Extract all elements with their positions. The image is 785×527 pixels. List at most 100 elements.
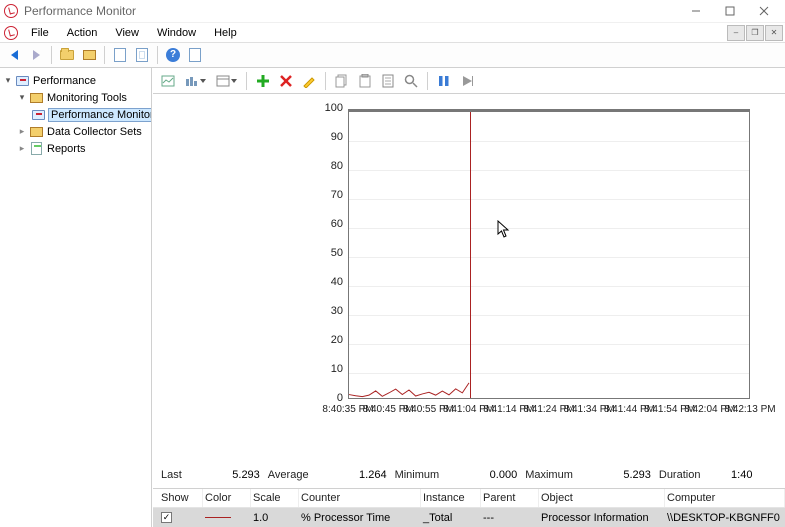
- col-instance[interactable]: Instance: [421, 489, 481, 507]
- stat-average-value: 1.264: [315, 468, 389, 482]
- col-object[interactable]: Object: [539, 489, 665, 507]
- y-tick-label: 50: [319, 247, 343, 259]
- chart-stats: Last 5.293 Average 1.264 Minimum 0.000 M…: [153, 464, 785, 488]
- new-window-button[interactable]: [79, 45, 99, 65]
- export-button[interactable]: [110, 45, 130, 65]
- col-counter[interactable]: Counter: [299, 489, 421, 507]
- help-icon: ?: [166, 48, 180, 62]
- stat-maximum-label: Maximum: [525, 469, 573, 481]
- mdi-restore-button[interactable]: ❐: [746, 25, 764, 41]
- col-show[interactable]: Show: [159, 489, 203, 507]
- view-select-button[interactable]: [211, 70, 241, 92]
- y-tick-label: 0: [319, 392, 343, 404]
- help-button[interactable]: ?: [163, 45, 183, 65]
- performance-icon: [16, 76, 29, 86]
- cell-instance: _Total: [421, 512, 481, 524]
- col-scale[interactable]: Scale: [251, 489, 299, 507]
- folder-icon: [30, 93, 43, 103]
- menu-window[interactable]: Window: [148, 25, 205, 41]
- arrow-right-icon: [33, 50, 40, 60]
- stat-duration-label: Duration: [659, 469, 701, 481]
- tree-node-reports[interactable]: ▸ Reports: [2, 140, 149, 157]
- menu-file[interactable]: File: [22, 25, 58, 41]
- color-swatch: [205, 517, 231, 518]
- properties-button[interactable]: [132, 45, 152, 65]
- stat-minimum-label: Minimum: [395, 469, 440, 481]
- y-tick-label: 30: [319, 305, 343, 317]
- freeze-button[interactable]: [433, 70, 455, 92]
- counter-table[interactable]: Show Color Scale Counter Instance Parent…: [153, 488, 785, 527]
- y-tick-label: 20: [319, 334, 343, 346]
- stat-average-label: Average: [268, 469, 309, 481]
- close-button[interactable]: [747, 1, 781, 21]
- show-checkbox[interactable]: ✓: [161, 512, 172, 523]
- folder-icon: [30, 127, 43, 137]
- chart-plot[interactable]: [348, 109, 750, 399]
- tree-node-performance[interactable]: ▾ Performance: [2, 72, 149, 89]
- report-icon: [31, 142, 42, 155]
- chart-area[interactable]: 0102030405060708090100 8:40:35 PM8:40:45…: [153, 94, 785, 464]
- expand-icon[interactable]: ▾: [16, 92, 28, 103]
- maximize-button[interactable]: [713, 1, 747, 21]
- cell-parent: ---: [481, 512, 539, 524]
- y-tick-label: 40: [319, 276, 343, 288]
- arrow-left-icon: [11, 50, 18, 60]
- stat-maximum-value: 5.293: [579, 468, 653, 482]
- menubar: File Action View Window Help – ❐ ✕: [0, 22, 785, 42]
- tree-label: Data Collector Sets: [47, 126, 142, 138]
- x-tick-label: 8:42:13 PM: [724, 404, 775, 415]
- y-tick-label: 80: [319, 160, 343, 172]
- tree-node-performance-monitor[interactable]: Performance Monitor: [2, 106, 149, 123]
- app-icon-small: [4, 26, 18, 40]
- update-button[interactable]: [456, 70, 478, 92]
- counter-row[interactable]: ✓ 1.0 % Processor Time _Total --- Proces…: [153, 508, 785, 527]
- monitor-icon: [32, 110, 45, 120]
- add-counter-button[interactable]: [252, 70, 274, 92]
- paste-button[interactable]: [354, 70, 376, 92]
- chart-series-line: [349, 112, 749, 398]
- cell-computer: \\DESKTOP-KBGNFF0: [665, 512, 785, 524]
- cell-scale: 1.0: [251, 512, 299, 524]
- counter-header: Show Color Scale Counter Instance Parent…: [153, 489, 785, 508]
- expand-icon[interactable]: ▾: [2, 75, 14, 86]
- y-tick-label: 60: [319, 218, 343, 230]
- folder-icon: [60, 50, 74, 60]
- y-tick-label: 90: [319, 131, 343, 143]
- menu-action[interactable]: Action: [58, 25, 107, 41]
- col-computer[interactable]: Computer: [665, 489, 785, 507]
- expand-icon[interactable]: ▸: [16, 126, 28, 137]
- chart-type-button[interactable]: [180, 70, 210, 92]
- tree-node-data-collector-sets[interactable]: ▸ Data Collector Sets: [2, 123, 149, 140]
- mdi-close-button[interactable]: ✕: [765, 25, 783, 41]
- menu-view[interactable]: View: [106, 25, 148, 41]
- stat-last-label: Last: [161, 469, 182, 481]
- zoom-button[interactable]: [400, 70, 422, 92]
- chevron-down-icon: [231, 79, 237, 83]
- window-icon: [83, 50, 96, 60]
- chart-toolbar: [153, 68, 785, 94]
- titlebar: Performance Monitor: [0, 0, 785, 22]
- forward-button[interactable]: [26, 45, 46, 65]
- expand-icon[interactable]: ▸: [16, 143, 28, 154]
- show-hide-tree-button[interactable]: [57, 45, 77, 65]
- copy-properties-button[interactable]: [331, 70, 353, 92]
- highlight-button[interactable]: [298, 70, 320, 92]
- view-log-button[interactable]: [157, 70, 179, 92]
- nav-tree[interactable]: ▾ Performance ▾ Monitoring Tools Perform…: [0, 68, 152, 527]
- tree-label: Performance: [33, 75, 96, 87]
- minimize-button[interactable]: [679, 1, 713, 21]
- col-color[interactable]: Color: [203, 489, 251, 507]
- tree-node-monitoring-tools[interactable]: ▾ Monitoring Tools: [2, 89, 149, 106]
- menu-help[interactable]: Help: [205, 25, 246, 41]
- chart-properties-button[interactable]: [377, 70, 399, 92]
- mdi-minimize-button[interactable]: –: [727, 25, 745, 41]
- content-pane: 0102030405060708090100 8:40:35 PM8:40:45…: [152, 68, 785, 527]
- window-title: Performance Monitor: [24, 4, 679, 18]
- col-parent[interactable]: Parent: [481, 489, 539, 507]
- tree-label: Reports: [47, 143, 86, 155]
- tree-label: Monitoring Tools: [47, 92, 127, 104]
- app-icon: [4, 4, 18, 18]
- delete-counter-button[interactable]: [275, 70, 297, 92]
- back-button[interactable]: [4, 45, 24, 65]
- action-pane-button[interactable]: [185, 45, 205, 65]
